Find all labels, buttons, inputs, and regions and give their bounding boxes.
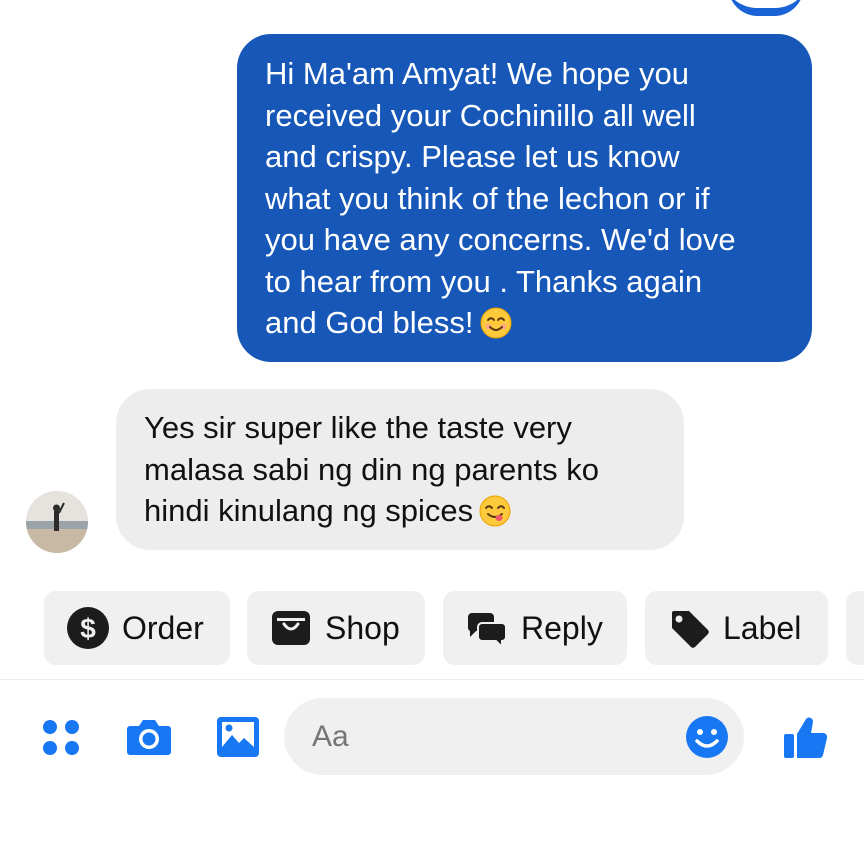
reply-chip-label: Reply xyxy=(521,609,603,646)
label-chip-label: Label xyxy=(723,609,802,646)
more-chip-button[interactable] xyxy=(846,591,864,665)
shop-chip-button[interactable]: Shop xyxy=(247,591,425,665)
header-fragment xyxy=(728,0,804,16)
label-chip-button[interactable]: Label xyxy=(645,591,828,665)
message-input[interactable] xyxy=(310,718,674,755)
camera-icon[interactable] xyxy=(124,712,174,762)
outgoing-message-bubble: Hi Ma'am Amyat! We hope you received you… xyxy=(237,34,812,362)
avatar-photo xyxy=(26,491,88,553)
contact-avatar[interactable] xyxy=(26,491,88,553)
thumbs-up-icon[interactable] xyxy=(781,712,831,762)
shopping-bag-icon xyxy=(269,606,313,650)
incoming-message-text: Yes sir super like the taste very malasa… xyxy=(144,410,599,528)
shop-chip-label: Shop xyxy=(325,609,400,646)
tag-icon xyxy=(667,606,711,650)
dollar-circle-icon: $ xyxy=(66,606,110,650)
composer-divider xyxy=(0,679,864,680)
outgoing-message-text: Hi Ma'am Amyat! We hope you received you… xyxy=(265,56,736,340)
face-savoring-food-emoji-icon xyxy=(479,495,511,527)
smiley-icon[interactable] xyxy=(684,714,730,760)
reply-chip-button[interactable]: Reply xyxy=(443,591,627,665)
order-chip-label: Order xyxy=(122,609,204,646)
smiling-face-emoji-icon xyxy=(480,307,512,339)
order-chip-button[interactable]: $ Order xyxy=(44,591,230,665)
incoming-message-bubble: Yes sir super like the taste very malasa… xyxy=(116,389,684,550)
gallery-icon[interactable] xyxy=(213,712,263,762)
svg-text:$: $ xyxy=(80,613,96,644)
chat-bubbles-icon xyxy=(465,606,509,650)
message-input-field[interactable] xyxy=(284,698,744,775)
four-dots-menu-icon[interactable] xyxy=(37,712,87,762)
